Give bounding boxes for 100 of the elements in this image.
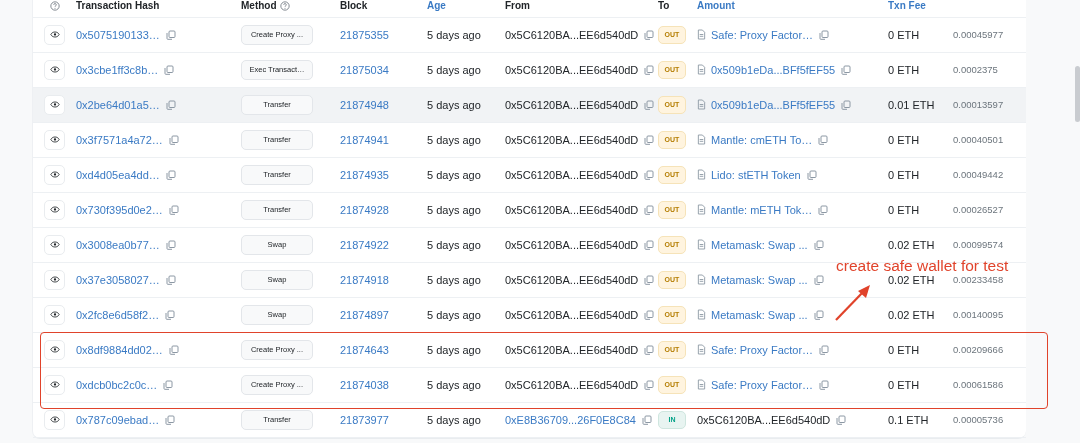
copy-icon[interactable] xyxy=(813,309,824,320)
amount-text: 0.02 ETH xyxy=(888,238,935,251)
copy-icon[interactable] xyxy=(168,204,179,215)
transaction-hash-link[interactable]: 0x2fc8e6d58f2… xyxy=(76,308,160,321)
copy-icon[interactable] xyxy=(168,344,179,355)
amount-text: 0 ETH xyxy=(888,133,920,146)
block-link[interactable]: 21875355 xyxy=(340,28,389,41)
transaction-hash-link[interactable]: 0xdcb0bc2c0c… xyxy=(76,378,158,391)
to-address-link[interactable]: Lido: stETH Token xyxy=(711,168,801,181)
preview-button[interactable] xyxy=(44,199,65,220)
transaction-hash-link[interactable]: 0x2be64d01a5… xyxy=(76,98,160,111)
age-text: 5 days ago xyxy=(427,28,481,41)
transaction-hash-link[interactable]: 0x8df9884dd02… xyxy=(76,343,163,356)
preview-button[interactable] xyxy=(44,24,65,45)
copy-icon[interactable] xyxy=(644,204,655,215)
copy-icon[interactable] xyxy=(165,239,176,250)
to-address-link[interactable]: Mantle: cmETH To… xyxy=(711,133,813,146)
transaction-hash-link[interactable]: 0x5075190133… xyxy=(76,28,160,41)
preview-button[interactable] xyxy=(44,304,65,325)
to-address-link[interactable]: Metamask: Swap ... xyxy=(711,308,808,321)
copy-icon[interactable] xyxy=(644,99,655,110)
copy-icon[interactable] xyxy=(644,274,655,285)
copy-icon[interactable] xyxy=(644,309,655,320)
block-link[interactable]: 21873977 xyxy=(340,413,389,426)
block-link[interactable]: 21874948 xyxy=(340,98,389,111)
copy-icon[interactable] xyxy=(841,64,852,75)
to-address-link[interactable]: 0x509b1eDa...BFf5fEF55 xyxy=(711,63,836,76)
block-link[interactable]: 21874897 xyxy=(340,308,389,321)
transaction-hash-link[interactable]: 0x3008ea0b77… xyxy=(76,238,160,251)
copy-icon[interactable] xyxy=(644,239,655,250)
copy-icon[interactable] xyxy=(818,204,829,215)
preview-button[interactable] xyxy=(44,164,65,185)
sort-link[interactable]: Age xyxy=(427,0,446,12)
block-link[interactable]: 21874922 xyxy=(340,238,389,251)
transaction-hash-link[interactable]: 0x730f395d0e2… xyxy=(76,203,163,216)
block-link[interactable]: 21875034 xyxy=(340,63,389,76)
transaction-hash-link[interactable]: 0x3f7571a4a72… xyxy=(76,133,163,146)
copy-icon[interactable] xyxy=(644,379,655,390)
copy-icon[interactable] xyxy=(165,29,176,40)
copy-icon[interactable] xyxy=(165,99,176,110)
block-link[interactable]: 21874928 xyxy=(340,203,389,216)
from-address-link[interactable]: 0xE8B36709...26F0E8C84 xyxy=(505,413,636,426)
copy-icon[interactable] xyxy=(165,274,176,285)
block-link[interactable]: 21874643 xyxy=(340,343,389,356)
copy-icon[interactable] xyxy=(836,414,847,425)
preview-button[interactable] xyxy=(44,94,65,115)
sort-link[interactable]: Amount xyxy=(697,0,735,12)
amount-text: 0 ETH xyxy=(888,378,920,391)
copy-icon[interactable] xyxy=(813,274,824,285)
preview-button[interactable] xyxy=(44,409,65,430)
copy-icon[interactable] xyxy=(841,99,852,110)
age-text: 5 days ago xyxy=(427,273,481,286)
fee-text: 0.00040501 xyxy=(953,134,1004,145)
to-address-link[interactable]: Mantle: mETH Tok… xyxy=(711,203,813,216)
amount-text: 0 ETH xyxy=(888,168,920,181)
copy-icon[interactable] xyxy=(644,134,655,145)
copy-icon[interactable] xyxy=(644,344,655,355)
block-link[interactable]: 21874941 xyxy=(340,133,389,146)
copy-icon[interactable] xyxy=(165,169,176,180)
copy-icon[interactable] xyxy=(164,64,175,75)
copy-icon[interactable] xyxy=(819,344,830,355)
preview-button[interactable] xyxy=(44,339,65,360)
eye-icon xyxy=(49,346,60,353)
block-link[interactable]: 21874038 xyxy=(340,378,389,391)
copy-icon[interactable] xyxy=(818,134,829,145)
copy-icon[interactable] xyxy=(819,379,830,390)
transaction-hash-link[interactable]: 0xd4d05ea4dd… xyxy=(76,168,160,181)
amount-text: 0.01 ETH xyxy=(888,98,935,111)
to-address-link[interactable]: 0x509b1eDa...BFf5fEF55 xyxy=(711,98,836,111)
to-address-link[interactable]: Safe: Proxy Factor… xyxy=(711,343,814,356)
to-address-link[interactable]: Safe: Proxy Factor… xyxy=(711,378,814,391)
preview-button[interactable] xyxy=(44,129,65,150)
copy-icon[interactable] xyxy=(163,379,174,390)
to-address-link[interactable]: Safe: Proxy Factor… xyxy=(711,28,814,41)
amount-text: 0.1 ETH xyxy=(888,413,929,426)
transaction-hash-link[interactable]: 0x3cbe1ff3c8b… xyxy=(76,63,159,76)
copy-icon[interactable] xyxy=(813,239,824,250)
transaction-hash-link[interactable]: 0x787c09ebad… xyxy=(76,413,160,426)
sort-link[interactable]: Txn Fee xyxy=(888,0,926,12)
copy-icon[interactable] xyxy=(644,64,655,75)
copy-icon[interactable] xyxy=(168,134,179,145)
eye-icon xyxy=(49,101,60,108)
to-address-link[interactable]: Metamask: Swap ... xyxy=(711,273,808,286)
preview-button[interactable] xyxy=(44,234,65,255)
copy-icon[interactable] xyxy=(165,414,176,425)
copy-icon[interactable] xyxy=(644,29,655,40)
block-link[interactable]: 21874918 xyxy=(340,273,389,286)
copy-icon[interactable] xyxy=(819,29,830,40)
preview-button[interactable] xyxy=(44,269,65,290)
copy-icon[interactable] xyxy=(644,169,655,180)
copy-icon[interactable] xyxy=(165,309,176,320)
preview-button[interactable] xyxy=(44,59,65,80)
to-address-link[interactable]: Metamask: Swap ... xyxy=(711,238,808,251)
age-text: 5 days ago xyxy=(427,413,481,426)
preview-button[interactable] xyxy=(44,374,65,395)
copy-icon[interactable] xyxy=(641,414,652,425)
scrollbar[interactable] xyxy=(1075,66,1080,122)
block-link[interactable]: 21874935 xyxy=(340,168,389,181)
copy-icon[interactable] xyxy=(806,169,817,180)
transaction-hash-link[interactable]: 0x37e3058027… xyxy=(76,273,160,286)
